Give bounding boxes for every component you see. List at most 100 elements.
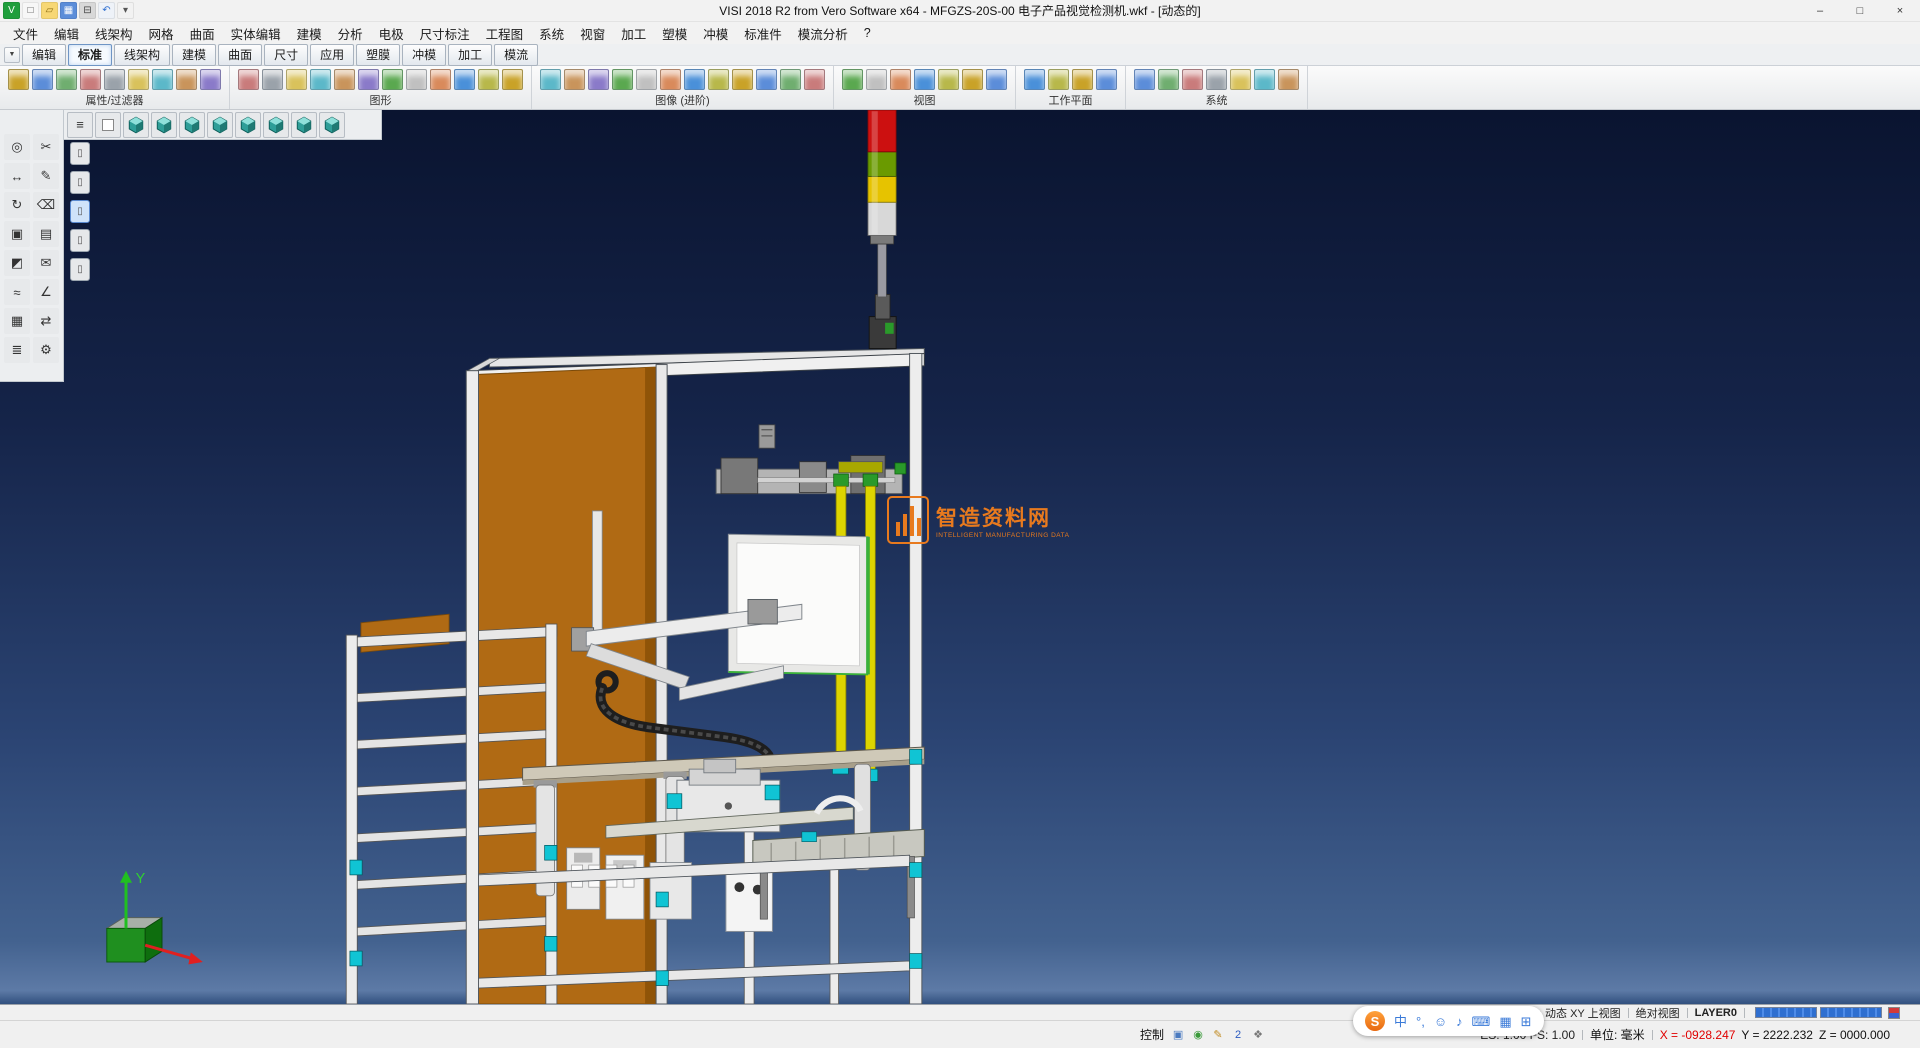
curve-icon[interactable]: ≈ bbox=[4, 279, 30, 305]
ribbon-tool-icon[interactable] bbox=[842, 69, 863, 90]
ribbon-tool-icon[interactable] bbox=[708, 69, 729, 90]
filter-toggle-icon-4[interactable]: ▯ bbox=[70, 258, 90, 281]
ribbon-tool-icon[interactable] bbox=[454, 69, 475, 90]
view-list-icon[interactable]: ≡ bbox=[67, 112, 93, 138]
ribbon-tool-icon[interactable] bbox=[176, 69, 197, 90]
menu-item-10[interactable]: 工程图 bbox=[478, 22, 532, 45]
status-indicator-icon[interactable] bbox=[1888, 1007, 1900, 1019]
regen-icon[interactable]: ⇄ bbox=[33, 308, 59, 334]
ribbon-tool-icon[interactable] bbox=[478, 69, 499, 90]
ribbon-tool-icon[interactable] bbox=[684, 69, 705, 90]
ribbon-tool-icon[interactable] bbox=[358, 69, 379, 90]
ime-keyboard[interactable]: ⌨ bbox=[1472, 1015, 1491, 1028]
ribbon-tool-icon[interactable] bbox=[406, 69, 427, 90]
ribbon-tool-icon[interactable] bbox=[200, 69, 221, 90]
view-front-icon[interactable] bbox=[179, 112, 205, 138]
ribbon-tool-icon[interactable] bbox=[1096, 69, 1117, 90]
color-icon[interactable]: ◩ bbox=[4, 250, 30, 276]
close-button[interactable]: × bbox=[1880, 0, 1920, 21]
trim-icon[interactable]: ✂ bbox=[33, 134, 59, 160]
erase-icon[interactable]: ⌫ bbox=[33, 192, 59, 218]
ribbon-tool-icon[interactable] bbox=[1134, 69, 1155, 90]
rotate-icon[interactable]: ↻ bbox=[4, 192, 30, 218]
ribbon-tool-icon[interactable] bbox=[866, 69, 887, 90]
ribbon-tool-icon[interactable] bbox=[32, 69, 53, 90]
menu-item-15[interactable]: 冲模 bbox=[695, 22, 736, 45]
ribbon-tool-icon[interactable] bbox=[334, 69, 355, 90]
menu-item-18[interactable]: ? bbox=[856, 24, 879, 42]
menu-item-12[interactable]: 视窗 bbox=[572, 22, 613, 45]
ribbon-tool-icon[interactable] bbox=[804, 69, 825, 90]
menu-item-13[interactable]: 加工 bbox=[613, 22, 654, 45]
ime-punctuation[interactable]: °, bbox=[1416, 1015, 1425, 1028]
ribbon-tool-icon[interactable] bbox=[1024, 69, 1045, 90]
save-icon[interactable]: ▦ bbox=[60, 2, 77, 19]
texture-icon[interactable]: ▦ bbox=[4, 308, 30, 334]
tab-overflow-caret-icon[interactable]: ▼ bbox=[4, 47, 20, 63]
send-icon[interactable]: ✉ bbox=[33, 250, 59, 276]
menu-item-7[interactable]: 分析 bbox=[330, 22, 371, 45]
menu-item-8[interactable]: 电极 bbox=[371, 22, 412, 45]
ime-skin[interactable]: ▦ bbox=[1499, 1015, 1511, 1028]
ribbon-tool-icon[interactable] bbox=[636, 69, 657, 90]
menu-item-4[interactable]: 曲面 bbox=[182, 22, 223, 45]
tab-0[interactable]: 编辑 bbox=[22, 44, 66, 66]
ribbon-tool-icon[interactable] bbox=[80, 69, 101, 90]
ribbon-tool-icon[interactable] bbox=[152, 69, 173, 90]
ribbon-tool-icon[interactable] bbox=[310, 69, 331, 90]
menu-item-17[interactable]: 模流分析 bbox=[790, 22, 856, 45]
tab-5[interactable]: 尺寸 bbox=[264, 44, 308, 66]
ribbon-tool-icon[interactable] bbox=[430, 69, 451, 90]
ime-logo-icon[interactable]: S bbox=[1365, 1011, 1385, 1031]
ribbon-tool-icon[interactable] bbox=[1278, 69, 1299, 90]
menu-item-2[interactable]: 线架构 bbox=[87, 22, 141, 45]
viewport-3d[interactable]: ≡ ◎✂↔✎↻⌫▣▤◩✉≈∠▦⇄≣⚙ ▯▯▯▯▯ 智造资料网 INTELLIGE… bbox=[0, 110, 1920, 1004]
dimension-icon[interactable]: ∠ bbox=[33, 279, 59, 305]
ribbon-tool-icon[interactable] bbox=[104, 69, 125, 90]
menu-item-16[interactable]: 标准件 bbox=[736, 22, 790, 45]
ribbon-tool-icon[interactable] bbox=[564, 69, 585, 90]
ribbon-tool-icon[interactable] bbox=[962, 69, 983, 90]
tab-9[interactable]: 加工 bbox=[448, 44, 492, 66]
ime-toolbox[interactable]: ⊞ bbox=[1521, 1015, 1532, 1028]
view-iso-icon[interactable] bbox=[123, 112, 149, 138]
snapshot-icon[interactable]: ▣ bbox=[1170, 1027, 1186, 1043]
filter-toggle-icon-3[interactable]: ▯ bbox=[70, 229, 90, 252]
tab-7[interactable]: 塑膜 bbox=[356, 44, 400, 66]
ribbon-tool-icon[interactable] bbox=[56, 69, 77, 90]
menu-item-6[interactable]: 建模 bbox=[289, 22, 330, 45]
annotate-icon[interactable]: ✎ bbox=[1210, 1027, 1226, 1043]
tab-4[interactable]: 曲面 bbox=[218, 44, 262, 66]
view-back-icon[interactable] bbox=[263, 112, 289, 138]
view-bottom-icon[interactable] bbox=[291, 112, 317, 138]
maximize-button[interactable]: □ bbox=[1840, 0, 1880, 21]
menu-item-3[interactable]: 网格 bbox=[141, 22, 182, 45]
menu-item-14[interactable]: 塑模 bbox=[654, 22, 695, 45]
filter-toggle-icon-0[interactable]: ▯ bbox=[70, 142, 90, 165]
tab-10[interactable]: 模流 bbox=[494, 44, 538, 66]
tab-8[interactable]: 冲模 bbox=[402, 44, 446, 66]
ribbon-tool-icon[interactable] bbox=[540, 69, 561, 90]
render-mode-icon[interactable]: ◉ bbox=[1190, 1027, 1206, 1043]
new-document-icon[interactable]: □ bbox=[22, 2, 39, 19]
ribbon-tool-icon[interactable] bbox=[382, 69, 403, 90]
filter-toggle-icon-2[interactable]: ▯ bbox=[70, 200, 90, 223]
ribbon-tool-icon[interactable] bbox=[588, 69, 609, 90]
ribbon-tool-icon[interactable] bbox=[986, 69, 1007, 90]
print-icon[interactable]: ⊟ bbox=[79, 2, 96, 19]
quick-access-caret-icon[interactable]: ▾ bbox=[117, 2, 134, 19]
ribbon-tool-icon[interactable] bbox=[1230, 69, 1251, 90]
selection-count-badge[interactable]: 2 bbox=[1230, 1027, 1246, 1043]
menu-item-9[interactable]: 尺寸标注 bbox=[412, 22, 478, 45]
move-icon[interactable]: ↔ bbox=[4, 163, 30, 189]
ime-voice[interactable]: ♪ bbox=[1456, 1015, 1463, 1028]
minimize-button[interactable]: – bbox=[1800, 0, 1840, 21]
ribbon-tool-icon[interactable] bbox=[780, 69, 801, 90]
tab-3[interactable]: 建模 bbox=[172, 44, 216, 66]
ribbon-tool-icon[interactable] bbox=[756, 69, 777, 90]
menu-item-1[interactable]: 编辑 bbox=[46, 22, 87, 45]
ribbon-tool-icon[interactable] bbox=[1158, 69, 1179, 90]
ribbon-tool-icon[interactable] bbox=[612, 69, 633, 90]
ribbon-tool-icon[interactable] bbox=[238, 69, 259, 90]
options-icon[interactable]: ⚙ bbox=[33, 337, 59, 363]
